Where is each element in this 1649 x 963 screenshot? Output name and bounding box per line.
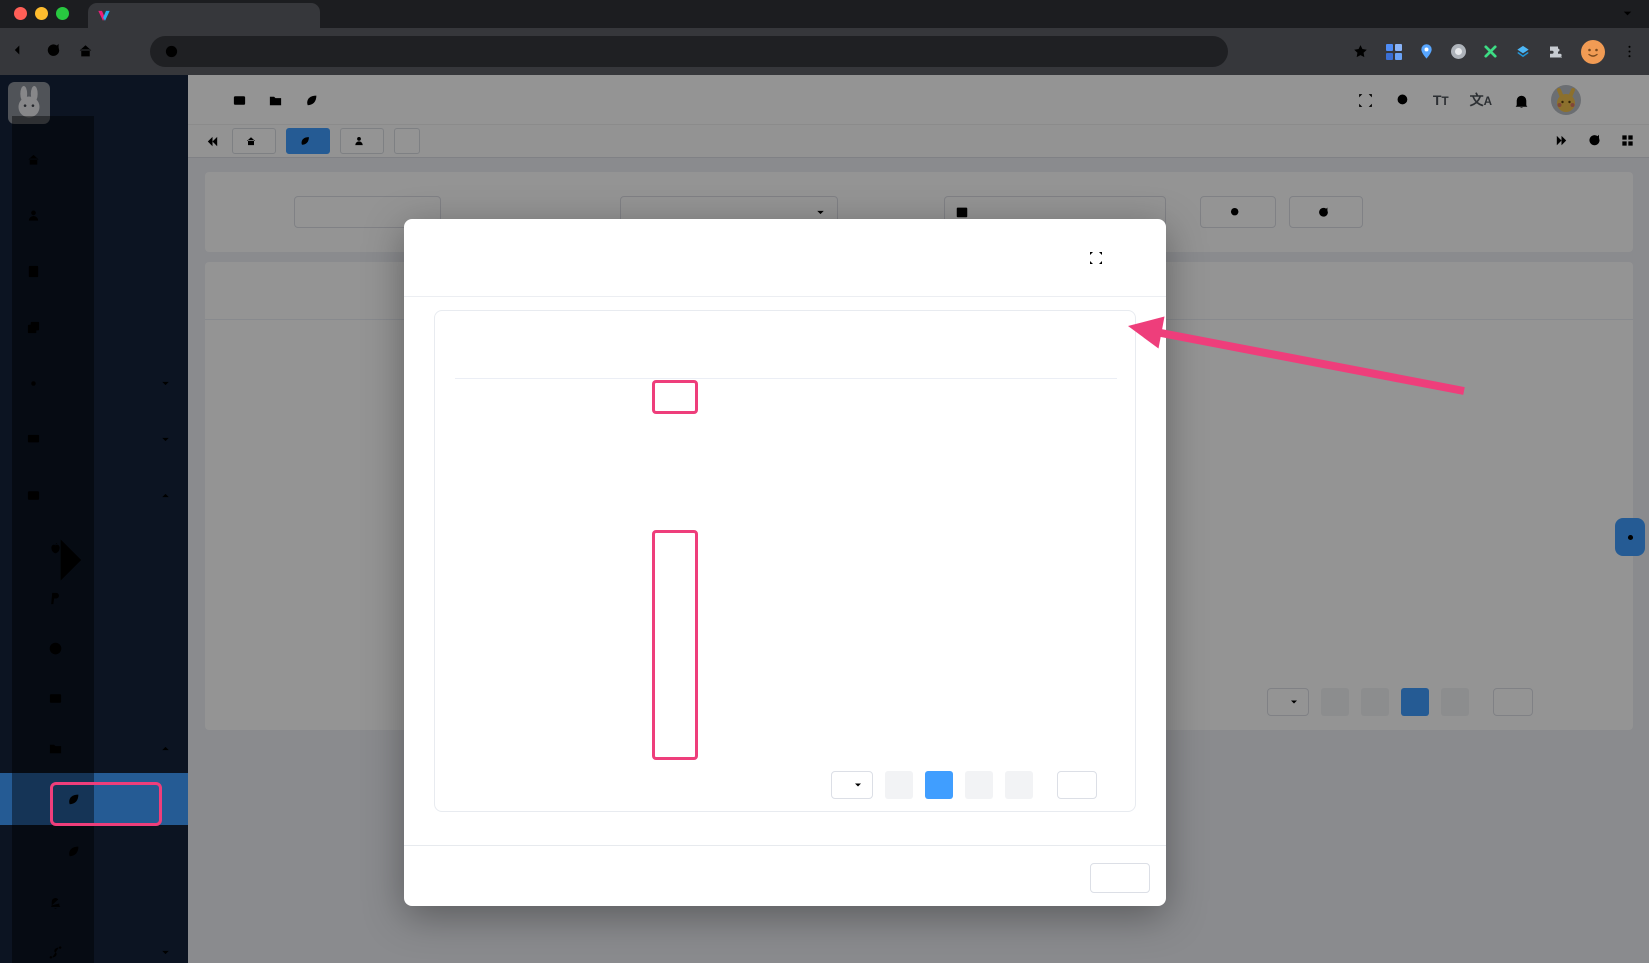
dialog-table-card (434, 310, 1136, 812)
page-number-button-current[interactable] (925, 771, 953, 799)
extensions-puzzle-icon[interactable] (1548, 44, 1564, 60)
window-controls[interactable] (14, 7, 69, 20)
extension-pin-icon[interactable] (1419, 43, 1434, 60)
browser-profile-avatar[interactable] (1581, 40, 1605, 64)
bookmark-star-icon[interactable] (1352, 43, 1369, 60)
browser-toolbar (0, 28, 1649, 75)
screenshot-root: TT 文A (0, 0, 1649, 963)
close-window-button[interactable] (14, 7, 27, 20)
col-biz-title (630, 345, 720, 360)
wallet-detail-dialog (404, 219, 1166, 906)
page-size-select[interactable] (831, 771, 873, 799)
back-icon[interactable] (12, 41, 30, 59)
browser-menu-kebab-icon[interactable] (1622, 44, 1637, 59)
address-bar[interactable] (150, 36, 1228, 67)
close-tab-icon[interactable] (300, 10, 311, 21)
dialog-table-header (455, 327, 1117, 379)
home-icon[interactable] (77, 42, 94, 59)
goto-page-input[interactable] (1057, 771, 1097, 799)
dialog-close-icon[interactable] (1122, 250, 1138, 266)
site-info-icon[interactable] (164, 44, 179, 59)
dialog-fullscreen-icon[interactable] (1088, 250, 1104, 266)
cancel-button[interactable] (1090, 863, 1150, 893)
extension-squares-icon[interactable] (1386, 44, 1402, 60)
site-favicon (97, 9, 111, 23)
dialog-header (404, 219, 1166, 297)
extension-circle-icon[interactable] (1451, 44, 1466, 59)
reload-icon[interactable] (45, 42, 62, 59)
prev-page-button[interactable] (885, 771, 913, 799)
dialog-pagination (435, 771, 1109, 799)
page-number-button[interactable] (965, 771, 993, 799)
extension-x-icon[interactable] (1483, 44, 1498, 59)
extension-layers-icon[interactable] (1515, 44, 1531, 59)
browser-tab[interactable] (88, 3, 320, 28)
new-tab-icon[interactable] (332, 5, 346, 19)
maximize-window-button[interactable] (56, 7, 69, 20)
minimize-window-button[interactable] (35, 7, 48, 20)
chevron-down-icon (852, 779, 864, 791)
next-page-button[interactable] (1005, 771, 1033, 799)
dialog-footer-divider (404, 845, 1166, 846)
tab-search-chevron-icon[interactable] (1620, 6, 1635, 21)
browser-tab-strip (0, 0, 1649, 28)
